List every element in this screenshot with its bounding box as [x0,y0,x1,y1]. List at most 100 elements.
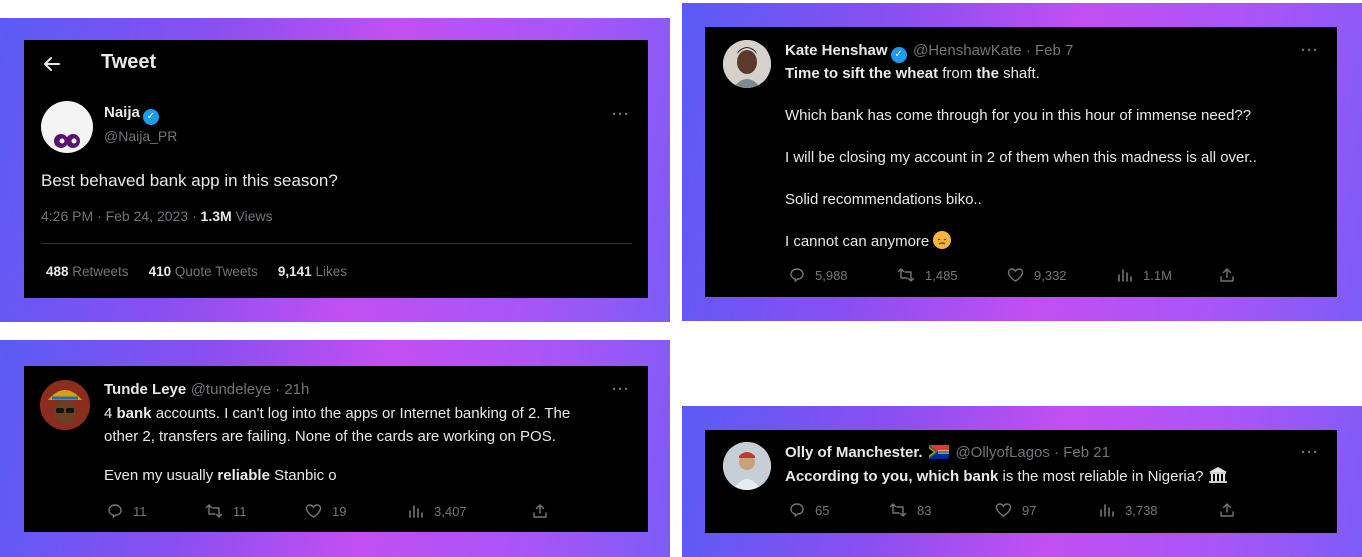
retweets-count: 488 [46,264,69,279]
author-handle[interactable]: @tundeleye · 21h [191,381,310,398]
plain-text: shaft. [998,65,1040,82]
views-button[interactable]: 1.1M [1117,267,1219,283]
author-handle[interactable]: @Naija_PR [104,128,177,144]
author-line: Kate Henshaw ✓ @HenshawKate · Feb 7 [785,42,1073,63]
author-name[interactable]: Olly of Manchester. [785,444,923,461]
tweet-timestamp[interactable]: 4:26 PM · Feb 24, 2023 · [41,208,201,224]
plain-text: Even my usually [104,467,218,484]
reply-button[interactable]: 65 [789,502,889,518]
tweet-text-para-2: Which bank has come through for you in t… [785,107,1252,124]
views-count: 3,738 [1125,502,1158,518]
retweet-count: 11 [233,503,247,519]
bank-emoji-icon [1208,466,1228,490]
south-africa-flag-icon [929,445,949,464]
reply-button[interactable]: 5,988 [789,267,897,283]
tweet-actions: 5,988 1,485 9,332 1.1M [789,267,1245,283]
tweet-text-line-3: Even my usually reliable Stanbic o [104,465,337,486]
back-arrow-icon[interactable] [42,54,62,74]
tweet-stats: 488 Retweets 410 Quote Tweets 9,141 Like… [46,264,347,279]
tweet-actions: 11 11 19 3,407 [107,503,558,519]
author-name[interactable]: Naija [104,104,140,121]
author-line: Tunde Leye @tundeleye · 21h [104,381,309,399]
plain-text: I cannot can anymore [785,233,930,250]
author-name[interactable]: Kate Henshaw [785,42,888,59]
like-count: 19 [332,503,347,519]
like-icon [995,503,1012,517]
author-handle[interactable]: @HenshawKate · Feb 7 [913,42,1073,59]
more-icon[interactable]: ··· [612,381,630,398]
views-icon [1118,269,1132,282]
more-icon[interactable]: ··· [612,106,630,123]
like-button[interactable]: 9,332 [1007,267,1117,283]
views-icon [409,505,423,518]
tweet-card-olly[interactable]: Olly of Manchester. @OllyofLagos · Feb 2… [705,430,1337,533]
like-icon [305,504,322,518]
like-count: 9,332 [1034,267,1067,283]
views-label: Views [231,208,273,224]
plain-text: 4 [104,405,117,422]
share-button[interactable] [1219,267,1245,283]
tweet-text: According to you, which bank is the most… [785,466,1228,490]
avatar[interactable] [723,40,771,88]
retweet-button[interactable]: 1,485 [897,267,1007,283]
author-name[interactable]: Tunde Leye [104,381,186,398]
reply-icon [790,268,804,283]
quotes-stat[interactable]: 410 Quote Tweets [149,264,258,279]
highlight-text: the [976,65,999,82]
retweets-label: Retweets [68,264,129,279]
highlight-text: reliable [217,467,270,484]
plain-text: from [938,65,977,82]
views-button[interactable]: 3,407 [408,503,532,519]
views-count: 1.1M [1143,267,1172,283]
tweet-text-para-4: Solid recommendations biko.. [785,191,982,208]
retweets-stat[interactable]: 488 Retweets [46,264,129,279]
tweet-card-kate[interactable]: Kate Henshaw ✓ @HenshawKate · Feb 7 ··· T… [705,27,1337,297]
retweet-button[interactable]: 11 [205,503,305,519]
highlight-text: According to you, which bank [785,468,999,485]
share-icon [533,504,547,518]
reply-count: 11 [133,503,147,519]
likes-stat[interactable]: 9,141 Likes [278,264,347,279]
tweet-actions: 65 83 97 3,738 [789,502,1245,518]
views-button[interactable]: 3,738 [1099,502,1219,518]
retweet-icon [889,503,907,517]
tweet-card-tunde[interactable]: Tunde Leye @tundeleye · 21h ··· 4 bank a… [24,366,648,532]
author-line: Naija ✓ [104,104,161,125]
likes-label: Likes [311,264,347,279]
quotes-label: Quote Tweets [171,264,258,279]
avatar[interactable] [723,442,771,490]
tweet-text-line-1: 4 bank accounts. I can't log into the ap… [104,403,570,424]
tweet-text-para-3: I will be closing my account in 2 of the… [785,149,1257,166]
like-button[interactable]: 19 [305,503,408,519]
like-count: 97 [1022,502,1037,518]
reply-count: 65 [815,502,830,518]
like-button[interactable]: 97 [995,502,1099,518]
views-count: 3,407 [434,503,467,519]
reply-icon [108,504,122,519]
more-icon[interactable]: ··· [1301,42,1319,59]
views-icon [1100,504,1114,517]
share-button[interactable] [532,503,558,519]
verified-badge-icon: ✓ [890,47,907,63]
author-handle[interactable]: @OllyofLagos · Feb 21 [955,444,1109,461]
more-icon[interactable]: ··· [1301,444,1319,461]
quotes-count: 410 [148,264,172,279]
sad-face-emoji-icon [933,231,952,249]
reply-button[interactable]: 11 [107,503,205,519]
author-line: Olly of Manchester. @OllyofLagos · Feb 2… [785,444,1110,464]
highlight-text: Time to sift the wheat [785,65,939,82]
avatar[interactable] [40,380,90,430]
plain-text: accounts. I can't log into the apps or I… [151,405,571,422]
avatar[interactable] [41,101,93,153]
tweet-text-line-2: other 2, transfers are failing. None of … [104,428,556,445]
views-count: 1.3M [200,208,232,224]
like-icon [1007,268,1024,282]
tweet-card-naija[interactable]: Tweet Naija ✓ @Naija_PR ··· Best behaved … [24,40,648,298]
retweet-button[interactable]: 83 [889,502,995,518]
reply-count: 5,988 [815,267,848,283]
plain-text: Stanbic o [269,467,337,484]
tweet-text-para-5: I cannot can anymore [785,231,952,252]
retweet-icon [205,504,223,518]
share-button[interactable] [1219,502,1245,518]
tweet-text: Best behaved bank app in this season? [41,171,338,190]
